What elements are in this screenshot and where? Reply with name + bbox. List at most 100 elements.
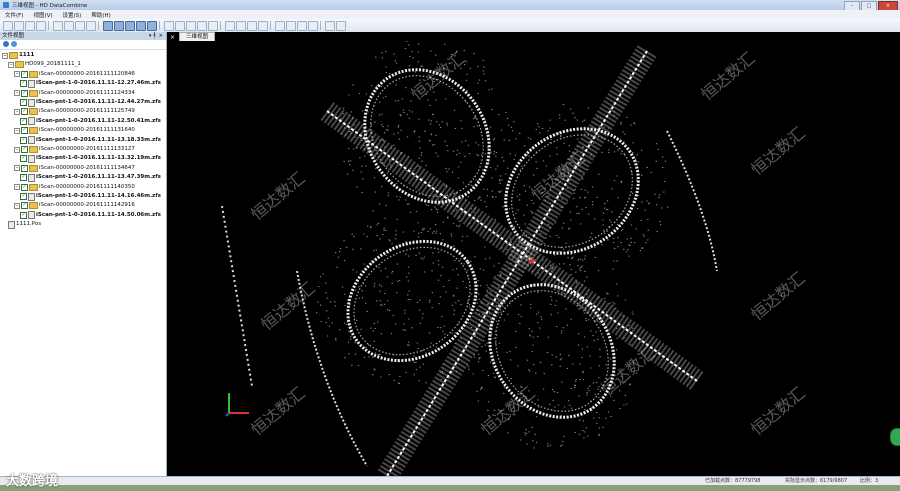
folder-icon xyxy=(29,108,38,116)
watermark-text: 恒达数汇 xyxy=(747,123,808,179)
checkbox[interactable]: ✓ xyxy=(20,211,27,219)
expand-icon[interactable]: − xyxy=(14,165,20,172)
tree-file-item[interactable]: ✓ iScan-pnt-1-0-2016.11.11-12.27.46m.zfs xyxy=(20,79,161,88)
loaded-points: 已加载点数：87779798 xyxy=(705,478,761,484)
floating-chat-icon[interactable] xyxy=(890,428,900,446)
toolbar-button-25[interactable] xyxy=(297,21,307,31)
expand-icon[interactable]: − xyxy=(14,146,20,153)
expand-icon[interactable]: − xyxy=(14,90,20,97)
tree-file-item[interactable]: ✓ iScan-pnt-1-0-2016.11.11-14.50.06m.zfs xyxy=(20,211,161,220)
checkbox[interactable]: ✓ xyxy=(20,136,27,144)
toolbar-button-17[interactable] xyxy=(197,21,207,31)
toolbar-button-13[interactable] xyxy=(147,21,157,31)
expand-icon[interactable]: − xyxy=(14,202,20,209)
expand-icon[interactable]: − xyxy=(2,52,8,59)
tree-folder-item[interactable]: − ✓ iScan-00000000-20161111133127 xyxy=(14,145,135,154)
panel-close-icon[interactable]: × xyxy=(159,32,163,40)
tree-file-item[interactable]: ✓ iScan-pnt-1-0-2016.11.11-13.32.19m.zfs xyxy=(20,154,161,163)
toolbar-button-9[interactable] xyxy=(103,21,113,31)
panel-pin-icon[interactable]: ▾ ╀ xyxy=(149,32,156,40)
toolbar-button-24[interactable] xyxy=(286,21,296,31)
checkbox[interactable]: ✓ xyxy=(21,89,28,97)
toolbar-button-12[interactable] xyxy=(136,21,146,31)
checkbox[interactable]: ✓ xyxy=(21,202,28,210)
checkbox[interactable]: ✓ xyxy=(21,70,28,78)
app-icon xyxy=(3,2,9,8)
tab-3d-view[interactable]: 三维视图 xyxy=(179,32,216,41)
point-cloud-render[interactable]: 恒达数汇 恒达数汇恒达数汇恒达数汇 恒达数汇恒达数汇恒达数汇恒达数汇 恒达数汇恒达数汇… xyxy=(167,41,900,476)
tree-folder-item[interactable]: − ✓ iScan-00000000-20161111142916 xyxy=(14,201,135,210)
toolbar-button-21[interactable] xyxy=(247,21,257,31)
tree-file-item[interactable]: ✓ iScan-pnt-1-0-2016.11.11-13.18.33m.zfs xyxy=(20,136,161,145)
toolbar-button-2[interactable] xyxy=(14,21,24,31)
toolbar-button-16[interactable] xyxy=(186,21,196,31)
toolbar-button-23[interactable] xyxy=(275,21,285,31)
checkbox[interactable]: ✓ xyxy=(20,99,27,106)
toolbar-button-19[interactable] xyxy=(225,21,235,31)
checkbox[interactable]: ✓ xyxy=(20,193,27,200)
checkbox[interactable]: ✓ xyxy=(20,117,27,125)
loop-ramp xyxy=(346,239,478,363)
checkbox[interactable]: ✓ xyxy=(20,80,27,88)
tree-file-item[interactable]: ✓ iScan-pnt-1-0-2016.11.11-12.50.41m.zfs xyxy=(20,117,161,126)
expand-icon[interactable]: − xyxy=(14,184,20,191)
expand-icon[interactable]: − xyxy=(14,71,20,78)
toolbar-button-8[interactable] xyxy=(86,21,96,31)
tree-folder-item[interactable]: − ✓ iScan-00000000-20161111124334 xyxy=(14,89,135,98)
toolbar-button-3[interactable] xyxy=(25,21,35,31)
watermark-text: 恒达数汇 xyxy=(747,268,808,324)
toolbar-button-7[interactable] xyxy=(75,21,85,31)
toolbar-button-15[interactable] xyxy=(175,21,185,31)
checkbox[interactable]: ✓ xyxy=(20,155,27,163)
toolbar-separator xyxy=(320,21,321,30)
checkbox[interactable]: ✓ xyxy=(20,174,27,182)
toolbar-button-11[interactable] xyxy=(125,21,135,31)
menu-view[interactable]: 视图(V) xyxy=(28,11,57,19)
toolbar-button-18[interactable] xyxy=(208,21,218,31)
toolbar-button-27[interactable] xyxy=(325,21,335,31)
tree-file-item[interactable]: 1111.Pos xyxy=(8,220,41,229)
expand-icon[interactable]: − xyxy=(14,108,20,115)
checkbox[interactable]: ✓ xyxy=(21,183,28,191)
toolbar-button-14[interactable] xyxy=(164,21,174,31)
tree-item-label: iScan-00000000-20161111140350 xyxy=(39,183,135,190)
refresh-icon[interactable] xyxy=(11,41,17,47)
tree-folder-item[interactable]: − 1111 xyxy=(2,51,34,60)
tree-folder-item[interactable]: − ✓ iScan-00000000-20161111140350 xyxy=(14,183,135,192)
menu-settings[interactable]: 设置(S) xyxy=(58,11,87,19)
add-icon[interactable] xyxy=(3,41,9,47)
toolbar-button-26[interactable] xyxy=(308,21,318,31)
menu-help[interactable]: 帮助(H) xyxy=(86,11,115,19)
tree-folder-item[interactable]: − ✓ iScan-00000000-20161111125749 xyxy=(14,107,135,116)
visible-points: 实际显示点数：6179/9807 xyxy=(785,478,848,484)
tree-folder-item[interactable]: − ✓ iScan-00000000-20161111134647 xyxy=(14,164,135,173)
tab-close-icon[interactable]: × xyxy=(167,34,178,41)
expand-icon[interactable]: − xyxy=(14,127,20,134)
viewport-tabs: × 三维视图 xyxy=(167,32,216,41)
checkbox[interactable]: ✓ xyxy=(21,146,28,153)
tree-file-item[interactable]: ✓ iScan-pnt-1-0-2016.11.11-13.47.39m.zfs xyxy=(20,173,161,182)
toolbar-button-22[interactable] xyxy=(258,21,268,31)
folder-icon xyxy=(9,52,18,59)
3d-viewport[interactable]: × 三维视图 恒达数汇 恒达数汇 恒达数汇 恒达数汇 恒达数汇 恒达数汇 恒达数汇 恒达数汇恒… xyxy=(167,32,900,476)
tree-item-label: iScan-pnt-1-0-2016.11.11-13.32.19m.zfs xyxy=(36,155,161,162)
checkbox[interactable]: ✓ xyxy=(21,108,28,116)
toolbar-button-6[interactable] xyxy=(64,21,74,31)
file-view-panel: 文件视图 ▾ ╀ × −1111− HD099_20181111_1− ✓ iScan… xyxy=(0,32,167,476)
toolbar-button-5[interactable] xyxy=(53,21,63,31)
toolbar-button-28[interactable] xyxy=(336,21,346,31)
menu-bar: 文件(F) 视图(V) 设置(S) 帮助(H) xyxy=(0,10,900,19)
tree-folder-item[interactable]: − HD099_20181111_1 xyxy=(8,60,81,69)
expand-icon[interactable]: − xyxy=(8,61,14,68)
tree-file-item[interactable]: ✓ iScan-pnt-1-0-2016.11.11-12.44.27m.zfs xyxy=(20,98,161,107)
checkbox[interactable]: ✓ xyxy=(21,127,28,135)
menu-file[interactable]: 文件(F) xyxy=(0,11,28,19)
tree-folder-item[interactable]: − ✓ iScan-00000000-20161111131640 xyxy=(14,126,135,135)
tree-file-item[interactable]: ✓ iScan-pnt-1-0-2016.11.11-14.16.46m.zfs xyxy=(20,192,161,201)
tree-folder-item[interactable]: − ✓ iScan-00000000-20161111120846 xyxy=(14,70,135,79)
toolbar-button-10[interactable] xyxy=(114,21,124,31)
toolbar-button-1[interactable] xyxy=(3,21,13,31)
toolbar-button-4[interactable] xyxy=(36,21,46,31)
checkbox[interactable]: ✓ xyxy=(21,164,28,172)
toolbar-button-20[interactable] xyxy=(236,21,246,31)
